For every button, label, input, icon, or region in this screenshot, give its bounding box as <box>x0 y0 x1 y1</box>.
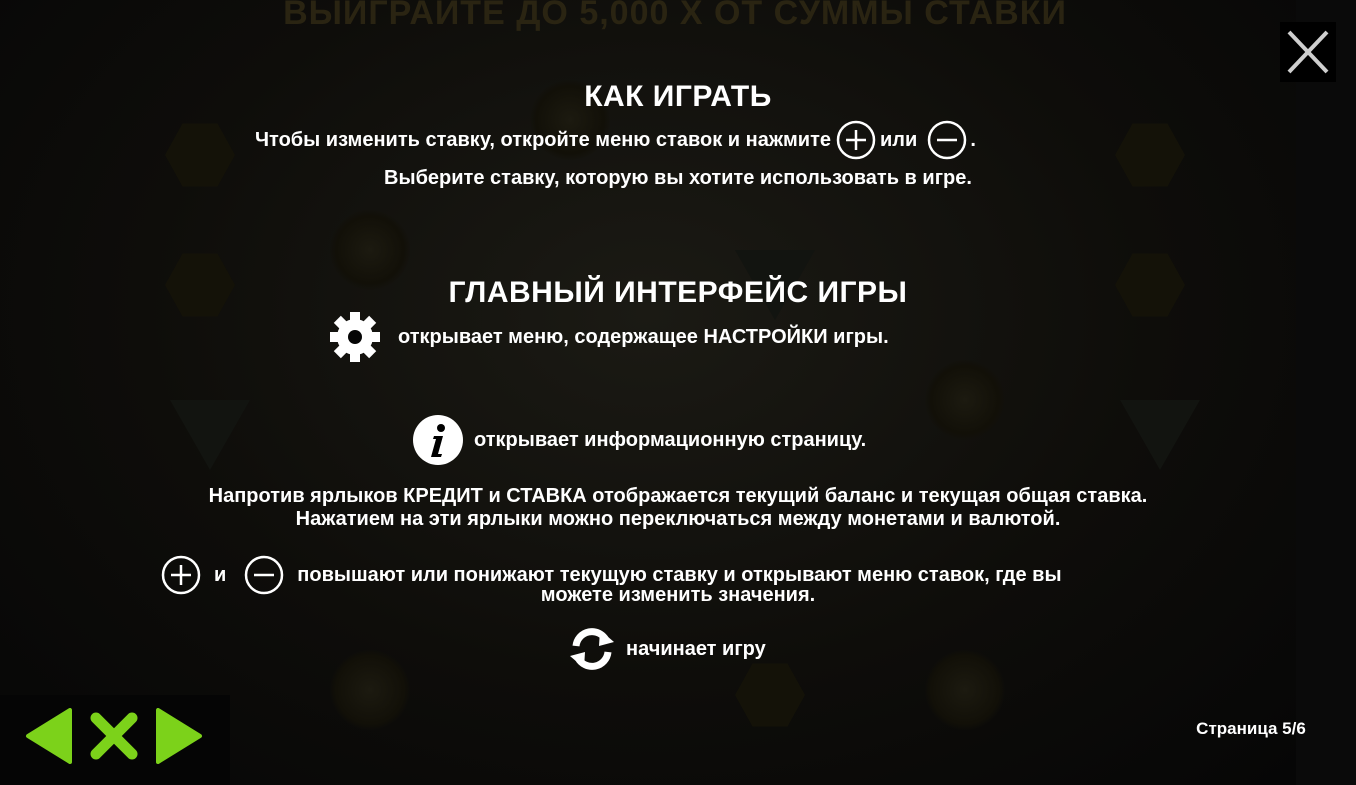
settings-line: открывает меню, содержащее НАСТРОЙКИ игр… <box>328 310 889 364</box>
period-text: . <box>970 128 976 151</box>
choose-bet-text: Выберите ставку, которую вы хотите испол… <box>384 167 972 189</box>
page-indicator: Страница 5/6 <box>1196 719 1306 738</box>
info-line: открывает информационную страницу. <box>412 414 866 466</box>
info-text: открывает информационную страницу. <box>474 428 867 451</box>
credit-bet-text-1: Напротив ярлыков КРЕДИТ и СТАВКА отображ… <box>208 485 1148 507</box>
x-icon[interactable] <box>88 710 140 762</box>
minus-circle-icon <box>928 120 967 160</box>
gear-icon <box>330 312 380 362</box>
page-navigation <box>24 708 204 764</box>
arrow-left-icon[interactable] <box>24 708 74 764</box>
plus-circle-icon <box>836 120 876 160</box>
main-interface-title: ГЛАВНЫЙ ИНТЕРФЕЙС ИГРЫ <box>448 276 908 309</box>
spin-line: начинает игру <box>566 624 766 674</box>
paytable-page: КАК ИГРАТЬ Чтобы изменить ставку, открой… <box>0 0 1356 785</box>
info-icon <box>413 415 463 465</box>
bet-change-line: Чтобы изменить ставку, откройте меню ста… <box>255 120 976 160</box>
how-to-play-title: КАК ИГРАТЬ <box>584 80 772 113</box>
bet-change-text: Чтобы изменить ставку, откройте меню ста… <box>255 128 832 151</box>
or-text: или <box>880 128 918 151</box>
arrow-right-icon[interactable] <box>154 708 204 764</box>
spin-arrows-icon <box>570 628 614 670</box>
credit-bet-text-2: Нажатием на эти ярлыки можно переключать… <box>295 508 1061 530</box>
spin-text: начинает игру <box>626 637 766 660</box>
settings-text: открывает меню, содержащее НАСТРОЙКИ игр… <box>398 325 889 348</box>
plus-minus-text-2: можете изменить значения. <box>540 584 816 606</box>
